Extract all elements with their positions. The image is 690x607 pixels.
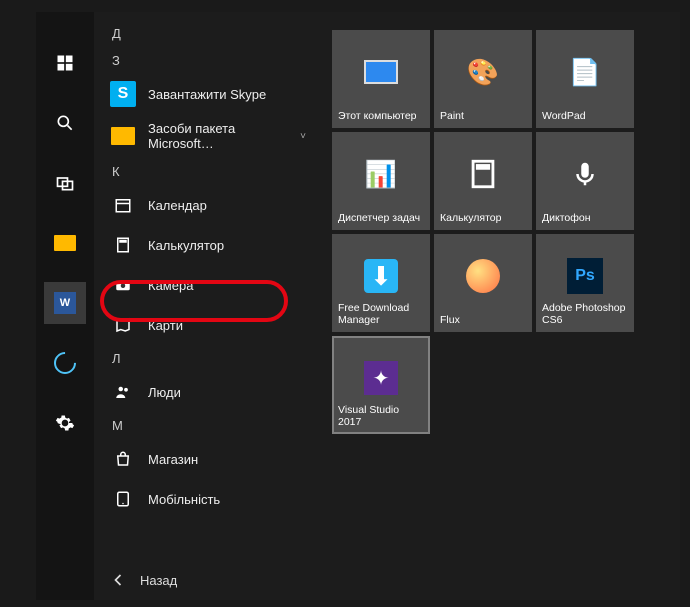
taskmgr-icon: 📊 [361,154,401,194]
tile-photoshop[interactable]: PsAdobe Photoshop CS6 [536,234,634,332]
letter-k[interactable]: К [94,158,322,185]
tiles-panel: Этот компьютер 🎨Paint 📄WordPad 📊Диспетче… [322,12,680,600]
start-icon[interactable] [44,42,86,84]
letter-l[interactable]: Л [94,345,322,372]
settings-gear-icon[interactable] [44,402,86,444]
folder-icon [110,123,136,149]
tile-flux[interactable]: Flux [434,234,532,332]
app-label: Завантажити Skype [148,87,266,102]
maps-icon [110,312,136,338]
camera-icon [110,272,136,298]
app-list[interactable]: Д З S Завантажити Skype Засоби пакета Mic… [94,12,322,600]
letter-z[interactable]: З [94,47,322,74]
app-calculator[interactable]: Калькулятор [94,225,322,265]
people-icon [110,379,136,405]
photoshop-icon: Ps [565,256,605,296]
tile-visual-studio[interactable]: ✦Visual Studio 2017 [332,336,430,434]
app-label: Засоби пакета Microsoft… [148,121,288,151]
word-app-icon[interactable]: W [44,282,86,324]
start-menu: W Д З S Завантажити Skype Засоби пакета M… [36,12,680,600]
calculator-icon [110,232,136,258]
search-icon[interactable] [44,102,86,144]
explorer-icon[interactable] [44,222,86,264]
app-maps[interactable]: Карти [94,305,322,345]
app-people[interactable]: Люди [94,372,322,412]
chevron-down-icon: ˅ [300,131,306,142]
tile-taskmgr[interactable]: 📊Диспетчер задач [332,132,430,230]
store-icon [110,446,136,472]
letter-d[interactable]: Д [94,20,322,47]
tile-wordpad[interactable]: 📄WordPad [536,30,634,128]
calendar-icon [110,192,136,218]
start-content: Д З S Завантажити Skype Засоби пакета Mic… [94,12,680,600]
skype-icon: S [110,81,136,107]
tile-paint[interactable]: 🎨Paint [434,30,532,128]
refresh-icon[interactable] [44,342,86,384]
calculator-tile-icon [463,154,503,194]
app-camera[interactable]: Камера [94,265,322,305]
tile-fdm[interactable]: ⬇Free Download Manager [332,234,430,332]
left-rail: W [36,12,94,600]
app-store[interactable]: Магазин [94,439,322,479]
flux-icon [466,259,500,293]
mobility-icon [110,486,136,512]
app-label: Календар [148,198,207,213]
paint-icon: 🎨 [463,52,503,92]
task-view-icon[interactable] [44,162,86,204]
app-label: Карти [148,318,183,333]
monitor-icon [361,52,401,92]
app-label: Магазин [148,452,198,467]
tile-calculator[interactable]: Калькулятор [434,132,532,230]
app-label: Мобільність [148,492,220,507]
app-label: Люди [148,385,181,400]
back-button[interactable]: Назад [108,570,177,590]
download-icon: ⬇ [364,259,398,293]
vs-icon: ✦ [361,358,401,398]
app-skype[interactable]: S Завантажити Skype [94,74,322,114]
mic-icon [565,154,605,194]
app-label: Камера [148,278,193,293]
tile-this-pc[interactable]: Этот компьютер [332,30,430,128]
app-mobility[interactable]: Мобільність [94,479,322,519]
app-ms-tools-folder[interactable]: Засоби пакета Microsoft… ˅ [94,114,322,158]
back-label: Назад [140,573,177,588]
wordpad-icon: 📄 [565,52,605,92]
letter-m[interactable]: М [94,412,322,439]
app-calendar[interactable]: Календар [94,185,322,225]
app-label: Калькулятор [148,238,224,253]
tile-dictaphone[interactable]: Диктофон [536,132,634,230]
back-arrow-icon [108,570,128,590]
